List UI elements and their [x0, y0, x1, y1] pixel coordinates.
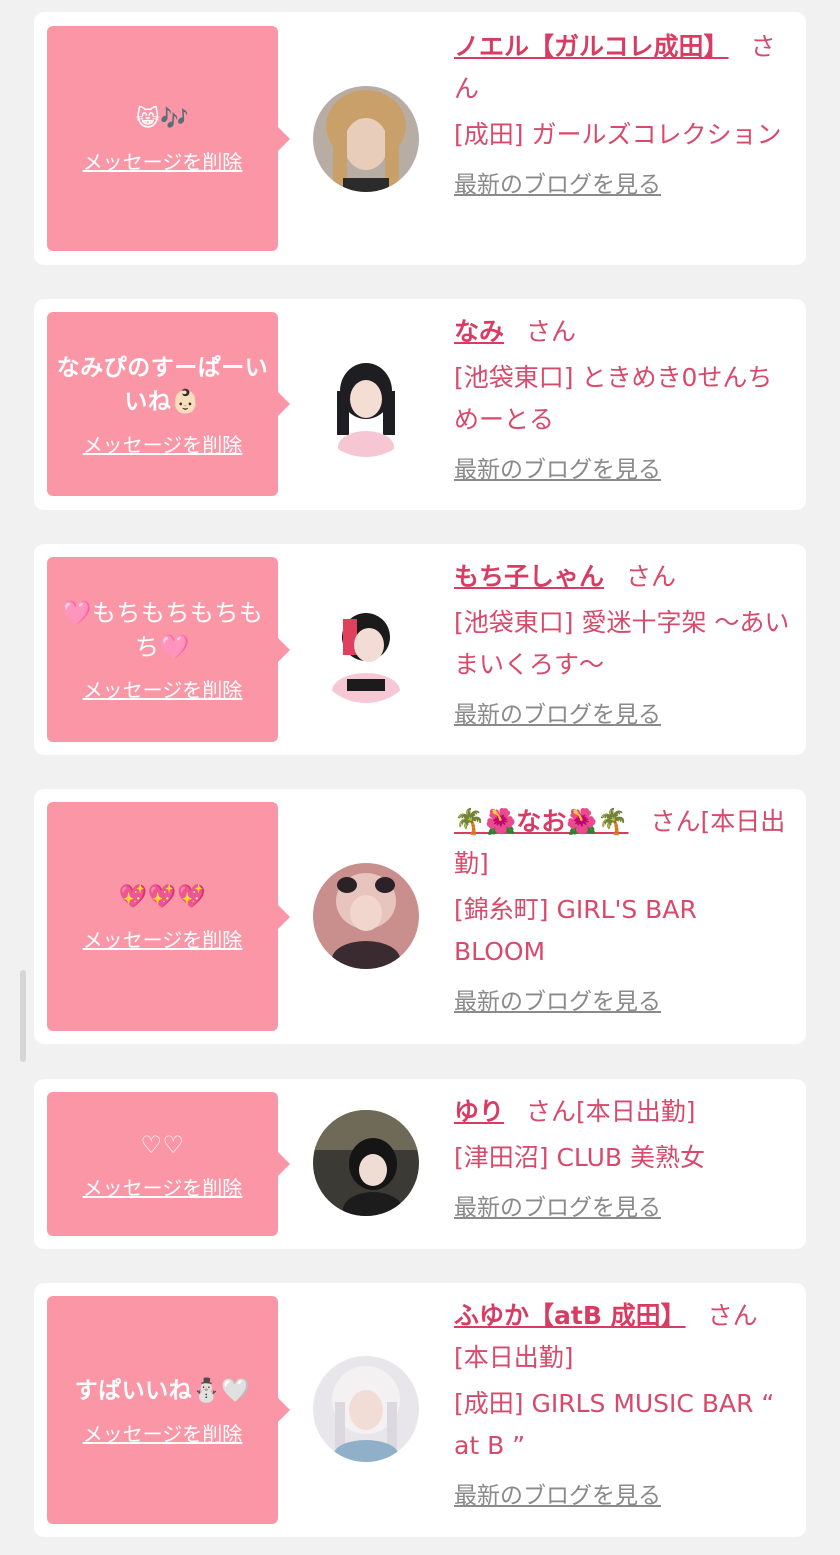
latest-blog-link[interactable]: 最新のブログを見る — [454, 1187, 792, 1229]
shop-name: [津田沼] CLUB 美熟女 — [454, 1143, 705, 1172]
latest-blog-link[interactable]: 最新のブログを見る — [454, 449, 792, 491]
delete-message-link[interactable]: メッセージを削除 — [83, 1172, 243, 1201]
list-item: ♡♡ メッセージを削除 ゆり さん[本日出勤] [津田沼] CLUB 美熟女 最新… — [34, 1079, 806, 1249]
delete-message-link[interactable]: メッセージを削除 — [83, 146, 243, 175]
list-item: 🩷もちもちもちもち🩷 メッセージを削除 もち子しゃん さん [池袋東口] 愛迷十字… — [34, 544, 806, 755]
avatar[interactable] — [313, 86, 419, 192]
delete-message-link[interactable]: メッセージを削除 — [83, 1418, 243, 1447]
user-info: もち子しゃん さん [池袋東口] 愛迷十字架 〜あいまいくろす〜 最新のブログを見… — [454, 556, 792, 736]
shop-name: [成田] ガールズコレクション — [454, 120, 782, 149]
message-text: 💖💖💖 — [118, 884, 207, 910]
user-name-link[interactable]: ゆり — [454, 1097, 504, 1126]
shop-name: [池袋東口] ときめき0せんちめーとる — [454, 363, 773, 434]
message-bubble: ♡♡ メッセージを削除 — [47, 1092, 290, 1236]
user-name-link[interactable]: もち子しゃん — [454, 562, 604, 591]
delete-message-link[interactable]: メッセージを削除 — [83, 924, 243, 953]
avatar[interactable] — [313, 1110, 419, 1216]
user-info: ふゆか【atB 成田】 さん[本日出勤] [成田] GIRLS MUSIC BAR… — [454, 1295, 792, 1517]
message-text: すぱいいね⛄🤍 — [74, 1377, 251, 1404]
message-bubble: なみぴのすーぱーいいね👶🏻 メッセージを削除 — [47, 312, 290, 496]
delete-message-link[interactable]: メッセージを削除 — [83, 429, 243, 458]
user-info: なみ さん [池袋東口] ときめき0せんちめーとる 最新のブログを見る — [454, 311, 792, 491]
message-text: 😸🎶 — [135, 106, 190, 132]
delete-message-link[interactable]: メッセージを削除 — [83, 674, 243, 703]
honorific: さん[本日出勤] — [526, 1097, 696, 1126]
avatar[interactable] — [313, 1356, 419, 1462]
message-bubble: 💖💖💖 メッセージを削除 — [47, 802, 290, 1031]
latest-blog-link[interactable]: 最新のブログを見る — [454, 1475, 792, 1517]
latest-blog-link[interactable]: 最新のブログを見る — [454, 981, 792, 1023]
user-info: ゆり さん[本日出勤] [津田沼] CLUB 美熟女 最新のブログを見る — [454, 1091, 792, 1229]
shop-name: [池袋東口] 愛迷十字架 〜あいまいくろす〜 — [454, 608, 790, 679]
list-item: すぱいいね⛄🤍 メッセージを削除 ふゆか【atB 成田】 さん[本日出勤] [成田… — [34, 1283, 806, 1537]
message-text: 🩷もちもちもちもち🩷 — [61, 599, 264, 661]
avatar[interactable] — [313, 351, 419, 457]
latest-blog-link[interactable]: 最新のブログを見る — [454, 164, 792, 206]
user-name-link[interactable]: ノエル【ガルコレ成田】 — [454, 32, 729, 61]
honorific: さん — [626, 562, 677, 591]
shop-name: [錦糸町] GIRL'S BAR BLOOM — [454, 895, 697, 966]
honorific: さん — [526, 317, 577, 346]
list-item: 💖💖💖 メッセージを削除 🌴🌺なお🌺🌴 さん[本日出勤] [錦糸町] GIRL'S… — [34, 789, 806, 1044]
list-item: なみぴのすーぱーいいね👶🏻 メッセージを削除 なみ さん [池袋東口] ときめき0… — [34, 299, 806, 510]
message-bubble: 😸🎶 メッセージを削除 — [47, 26, 290, 251]
avatar[interactable] — [313, 863, 419, 969]
list-item: 😸🎶 メッセージを削除 ノエル【ガルコレ成田】 さん [成田] ガールズコレクショ… — [34, 12, 806, 265]
message-text: ♡♡ — [140, 1130, 185, 1159]
scrollbar[interactable] — [20, 970, 26, 1062]
user-name-link[interactable]: 🌴🌺なお🌺🌴 — [454, 807, 629, 836]
user-info: ノエル【ガルコレ成田】 さん [成田] ガールズコレクション 最新のブログを見る — [454, 26, 792, 206]
message-text: なみぴのすーぱーいいね👶🏻 — [56, 354, 269, 415]
message-bubble: すぱいいね⛄🤍 メッセージを削除 — [47, 1296, 290, 1524]
user-name-link[interactable]: なみ — [454, 317, 504, 346]
user-info: 🌴🌺なお🌺🌴 さん[本日出勤] [錦糸町] GIRL'S BAR BLOOM 最新… — [454, 801, 792, 1023]
latest-blog-link[interactable]: 最新のブログを見る — [454, 694, 792, 736]
user-name-link[interactable]: ふゆか【atB 成田】 — [454, 1301, 686, 1330]
message-bubble: 🩷もちもちもちもち🩷 メッセージを削除 — [47, 557, 290, 742]
shop-name: [成田] GIRLS MUSIC BAR “ at B ” — [454, 1389, 775, 1460]
avatar[interactable] — [313, 597, 419, 703]
